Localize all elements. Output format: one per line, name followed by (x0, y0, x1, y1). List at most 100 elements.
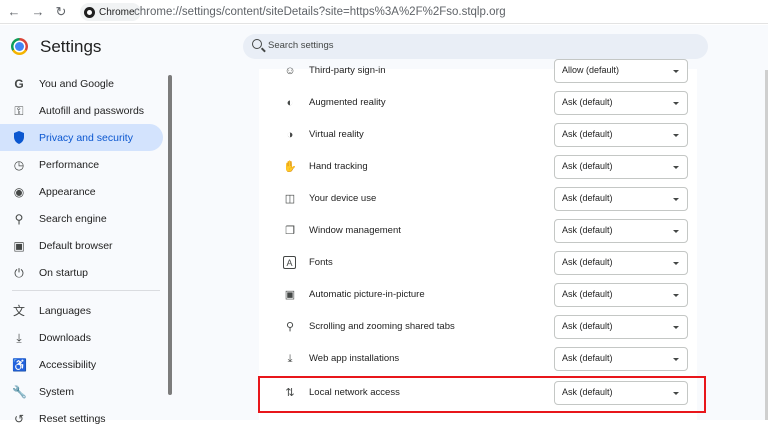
search-icon (252, 39, 262, 49)
wrench-icon: 🔧 (12, 384, 27, 399)
sidebar-item-label: Languages (39, 304, 91, 317)
permission-row-device-use: ◫ Your device use Ask (default) (259, 183, 697, 215)
chip-label: Chrome (99, 6, 135, 18)
account-icon: ☺ (284, 65, 296, 77)
sidebar-item-label: You and Google (39, 77, 114, 90)
permission-label: Automatic picture-in-picture (309, 289, 425, 300)
permission-row-virtual-reality: ◑ Virtual reality Ask (default) (259, 119, 697, 151)
sidebar-item-label: Appearance (39, 185, 96, 198)
chevron-down-icon (673, 262, 679, 265)
font-icon: A (283, 256, 296, 269)
sidebar-item-autofill[interactable]: ⚿ Autofill and passwords (0, 97, 163, 124)
sidebar-item-privacy[interactable]: Privacy and security (0, 124, 163, 151)
highlight-box (258, 376, 706, 413)
zoom-tab-icon: ⚲ (285, 321, 295, 333)
sidebar-item-accessibility[interactable]: ♿ Accessibility (0, 351, 163, 378)
pip-icon: ▣ (284, 289, 296, 301)
sidebar-divider (12, 290, 160, 291)
sidebar-item-search-engine[interactable]: ⚲ Search engine (0, 205, 163, 232)
sidebar-item-label: Search engine (39, 212, 107, 225)
permission-row-hand-tracking: ✋ Hand tracking Ask (default) (259, 151, 697, 183)
chevron-down-icon (673, 102, 679, 105)
sidebar-item-label: Privacy and security (39, 131, 133, 144)
power-icon: ⏻ (14, 265, 24, 280)
browser-icon: ▣ (13, 238, 25, 253)
permission-value: Ask (default) (562, 321, 613, 331)
permission-label: Window management (309, 225, 401, 236)
permission-select[interactable]: Ask (default) (554, 347, 688, 371)
permission-value: Ask (default) (562, 193, 613, 203)
permission-row-scroll-zoom-tabs: ⚲ Scrolling and zooming shared tabs Ask … (259, 311, 697, 343)
permission-select[interactable]: Ask (default) (554, 123, 688, 147)
permission-value: Ask (default) (562, 129, 613, 139)
sidebar-item-label: On startup (39, 266, 89, 279)
chevron-down-icon (673, 230, 679, 233)
permission-label: Augmented reality (309, 97, 386, 108)
device-icon: ◫ (284, 193, 296, 205)
sidebar-item-performance[interactable]: ◷ Performance (0, 151, 163, 178)
browser-toolbar: ← → ↻ Chrome chrome://settings/content/s… (0, 0, 768, 24)
sidebar-scrollbar[interactable] (168, 75, 172, 395)
window-icon: ❐ (285, 225, 295, 237)
main-content: ☺ Third-party sign-in Allow (default) ◐ … (175, 59, 768, 420)
key-icon: ⚿ (14, 103, 24, 118)
chrome-icon (84, 6, 95, 18)
permission-select[interactable]: Ask (default) (554, 155, 688, 179)
permission-label: Your device use (309, 193, 377, 204)
permission-select[interactable]: Ask (default) (554, 187, 688, 211)
sidebar-item-system[interactable]: 🔧 System (0, 378, 163, 405)
permission-value: Ask (default) (562, 161, 613, 171)
back-arrow-icon[interactable]: ← (6, 4, 22, 20)
accessibility-icon: ♿ (12, 357, 27, 372)
speedometer-icon: ◷ (13, 157, 25, 172)
permission-row-fonts: A Fonts Ask (default) (259, 247, 697, 279)
permission-label: Virtual reality (309, 129, 364, 140)
sidebar-item-label: Performance (39, 158, 100, 171)
sidebar-item-on-startup[interactable]: ⏻ On startup (0, 259, 163, 286)
sidebar-item-label: Autofill and passwords (39, 104, 145, 117)
permission-select[interactable]: Ask (default) (554, 251, 688, 275)
sidebar-item-languages[interactable]: 文 Languages (0, 297, 163, 324)
permission-select[interactable]: Ask (default) (554, 283, 688, 307)
hand-icon: ✋ (283, 161, 297, 173)
permission-select[interactable]: Ask (default) (554, 315, 688, 339)
permission-label: Scrolling and zooming shared tabs (309, 321, 455, 332)
reload-icon[interactable]: ↻ (53, 4, 69, 20)
permission-label: Hand tracking (309, 161, 368, 172)
address-bar[interactable]: chrome://settings/content/siteDetails?si… (134, 4, 506, 20)
permission-value: Allow (default) (562, 65, 620, 75)
sidebar-item-reset-settings[interactable]: ↺ Reset settings (0, 405, 163, 432)
sidebar-item-downloads[interactable]: ⤓ Downloads (0, 324, 163, 351)
permission-row-third-party-sign-in: ☺ Third-party sign-in Allow (default) (259, 55, 697, 87)
page-title: Settings (40, 37, 102, 56)
sidebar-item-you-and-google[interactable]: G You and Google (0, 70, 163, 97)
sidebar-item-default-browser[interactable]: ▣ Default browser (0, 232, 163, 259)
forward-arrow-icon[interactable]: → (30, 4, 46, 20)
sidebar-item-label: Downloads (39, 331, 91, 344)
permission-select[interactable]: Ask (default) (554, 91, 688, 115)
sidebar-item-label: Reset settings (39, 412, 106, 425)
permission-value: Ask (default) (562, 257, 613, 267)
permission-select[interactable]: Ask (default) (554, 219, 688, 243)
sidebar-item-label: System (39, 385, 75, 398)
reset-icon: ↺ (13, 411, 25, 426)
permission-value: Ask (default) (562, 353, 613, 363)
permission-select[interactable]: Allow (default) (554, 59, 688, 83)
sidebar: G You and Google ⚿ Autofill and password… (0, 69, 175, 426)
permissions-card: ☺ Third-party sign-in Allow (default) ◐ … (259, 59, 697, 420)
site-info-chip[interactable]: Chrome (80, 3, 141, 21)
sidebar-item-label: Accessibility (39, 358, 97, 371)
permission-value: Ask (default) (562, 97, 613, 107)
translate-icon: 文 (12, 303, 25, 318)
permission-label: Third-party sign-in (309, 65, 386, 76)
ar-icon: ◐ (286, 97, 294, 109)
vr-icon: ◑ (286, 129, 294, 141)
permission-row-augmented-reality: ◐ Augmented reality Ask (default) (259, 87, 697, 119)
palette-icon: ◉ (13, 184, 25, 199)
chevron-down-icon (673, 70, 679, 73)
permission-row-auto-pip: ▣ Automatic picture-in-picture Ask (defa… (259, 279, 697, 311)
chrome-logo-icon (11, 38, 28, 55)
permission-row-window-management: ❐ Window management Ask (default) (259, 215, 697, 247)
permission-value: Ask (default) (562, 289, 613, 299)
sidebar-item-appearance[interactable]: ◉ Appearance (0, 178, 163, 205)
